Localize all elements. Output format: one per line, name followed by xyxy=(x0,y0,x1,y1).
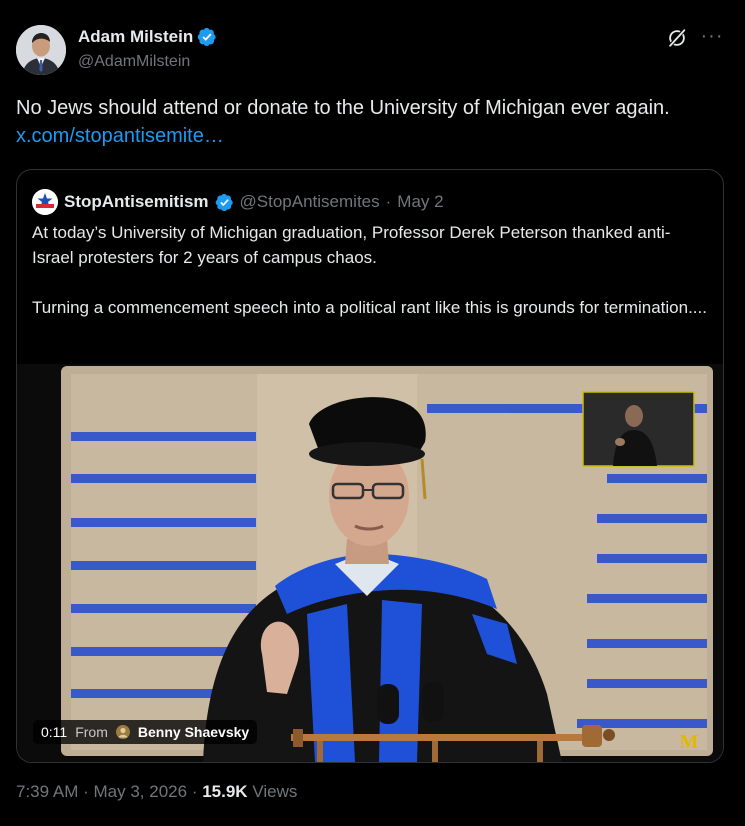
tweet-link[interactable]: x.com/stopantisemite… xyxy=(16,125,224,147)
more-icon: ··· xyxy=(700,25,724,47)
author-display-name[interactable]: Adam Milstein xyxy=(78,27,193,47)
quoted-tweet[interactable]: StopAntisemitism @StopAntisemites · May … xyxy=(16,169,724,763)
stopantisemitism-logo-icon xyxy=(32,189,58,215)
video-credit-name[interactable]: Benny Shaevsky xyxy=(138,724,249,740)
video-player[interactable]: M 0:11 From Benny Shaevsky xyxy=(17,364,723,762)
tweet-meta: 7:39 AM · May 3, 2026 · 15.9K Views xyxy=(16,782,297,802)
quoted-verified-badge-icon xyxy=(215,193,234,212)
author-avatar[interactable] xyxy=(16,25,66,75)
quoted-avatar[interactable] xyxy=(32,189,58,215)
views-count[interactable]: 15.9K xyxy=(202,782,247,801)
author-avatar-image xyxy=(16,25,66,75)
views-label[interactable]: Views xyxy=(252,782,297,801)
quoted-tweet-header: StopAntisemitism @StopAntisemites · May … xyxy=(32,189,444,215)
author-handle[interactable]: @AdamMilstein xyxy=(78,53,190,71)
quoted-display-name[interactable]: StopAntisemitism xyxy=(64,192,209,212)
more-button[interactable]: ··· xyxy=(698,25,726,51)
video-watermark: M xyxy=(679,731,699,753)
credit-avatar-icon xyxy=(115,725,130,739)
quoted-handle[interactable]: @StopAntisemites xyxy=(240,192,380,212)
tweet-text: No Jews should attend or donate to the U… xyxy=(16,94,716,150)
quoted-date[interactable]: May 2 xyxy=(397,192,443,212)
author-name-row[interactable]: Adam Milstein xyxy=(78,27,217,47)
meta-separator: · xyxy=(83,782,89,801)
video-from-label: From xyxy=(75,724,108,740)
video-duration-badge: 0:11 From Benny Shaevsky xyxy=(33,720,258,744)
meta-separator: · xyxy=(191,782,198,801)
grok-icon xyxy=(668,28,686,48)
quoted-text: At today’s University of Michigan gradua… xyxy=(32,223,707,317)
quoted-separator: · xyxy=(385,192,392,211)
video-duration: 0:11 xyxy=(41,724,68,740)
tweet-date[interactable]: May 3, 2026 xyxy=(94,782,188,801)
tweet-body: No Jews should attend or donate to the U… xyxy=(16,97,670,119)
verified-badge-icon xyxy=(197,27,217,47)
video-frame xyxy=(17,364,723,762)
grok-button[interactable] xyxy=(664,25,690,51)
tweet-time[interactable]: 7:39 AM xyxy=(16,782,78,801)
